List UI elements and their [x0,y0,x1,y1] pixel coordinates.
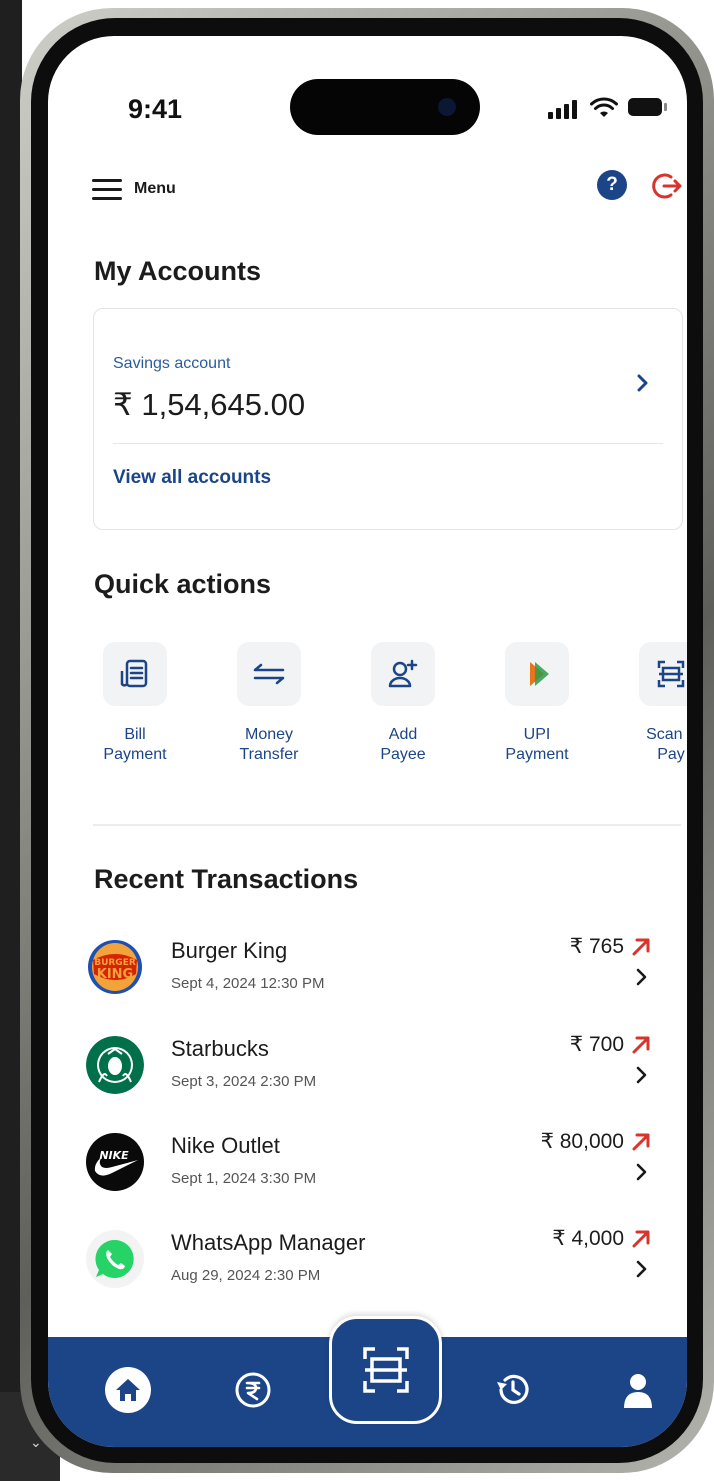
account-card[interactable]: Savings account ₹ 1,54,645.00 View all a… [93,308,683,530]
transaction-row[interactable]: BURGER KING Burger King Sept 4, 2024 12:3… [48,935,687,1018]
chevron-right-icon[interactable] [630,371,654,395]
transaction-row[interactable]: Starbucks Sept 3, 2024 2:30 PM ₹ 700 [48,1033,687,1116]
transaction-row[interactable]: WhatsApp Manager Aug 29, 2024 2:30 PM ₹ … [48,1227,687,1310]
scan-icon [362,1347,409,1393]
quick-action-add-payee[interactable]: Add Payee [336,642,470,765]
transaction-merchant: Nike Outlet [171,1133,280,1158]
battery-icon [628,98,667,116]
quick-action-label: Scan a Pay [646,726,685,763]
view-all-accounts-link[interactable]: View all accounts [113,467,271,489]
account-type: Savings account [113,355,231,372]
quick-action-upi-payment[interactable]: UPI Payment [470,642,604,765]
home-icon[interactable] [103,1365,153,1415]
rupee-icon[interactable] [228,1365,278,1415]
chevron-right-icon[interactable] [631,967,651,987]
menu-label: Menu [134,180,176,197]
logout-icon[interactable] [651,170,683,202]
svg-text:NIKE: NIKE [99,1149,129,1162]
history-icon[interactable] [488,1365,538,1415]
transaction-amount: ₹ 4,000 [552,1227,624,1250]
svg-text:KING: KING [97,967,133,982]
status-time: 9:41 [128,94,183,124]
transaction-datetime: Sept 3, 2024 2:30 PM [171,1073,317,1090]
burger-king-logo: BURGER KING [86,938,144,996]
divider [113,443,663,444]
wifi-icon [590,97,618,117]
quick-action-label: Bill Payment [103,726,167,763]
profile-icon[interactable] [613,1365,663,1415]
quick-action-scan-and-pay[interactable]: Scan a Pay [604,642,687,765]
transaction-datetime: Sept 4, 2024 12:30 PM [171,975,325,992]
transaction-amount: ₹ 700 [569,1033,624,1056]
quick-actions-heading: Quick actions [94,569,272,599]
quick-action-label: Add Payee [380,726,426,763]
menu-button[interactable]: Menu [92,171,192,207]
transaction-merchant: Starbucks [171,1036,269,1061]
arrow-up-right-icon [632,938,650,956]
background-left [0,0,22,1481]
accounts-heading: My Accounts [94,256,262,286]
transaction-merchant: Burger King [171,938,288,963]
signal-icon [548,99,578,119]
quick-actions-row: Bill Payment Money Transfer Add Payee UP… [48,642,687,782]
scan-fab-button[interactable] [329,1316,442,1424]
transaction-merchant: WhatsApp Manager [171,1230,366,1255]
account-balance: ₹ 1,54,645.00 [113,387,306,422]
nike-logo: NIKE [86,1133,144,1191]
scan-icon [639,642,687,706]
quick-action-money-transfer[interactable]: Money Transfer [202,642,336,765]
phone-bezel: 9:41 Menu ? My Accounts Savings account … [31,18,703,1463]
bill-icon [103,642,167,706]
dynamic-island [290,79,480,135]
status-bar: 9:41 [48,36,687,156]
upi-logo-icon [505,642,569,706]
phone-frame: 9:41 Menu ? My Accounts Savings account … [20,8,714,1473]
transaction-row[interactable]: NIKE Nike Outlet Sept 1, 2024 3:30 PM ₹ … [48,1130,687,1213]
arrow-up-right-icon [632,1133,650,1151]
quick-action-label: Money Transfer [239,726,299,763]
quick-action-bill-payment[interactable]: Bill Payment [68,642,202,765]
phone-screen: 9:41 Menu ? My Accounts Savings account … [48,36,687,1447]
add-user-icon [371,642,435,706]
transactions-heading: Recent Transactions [94,864,359,894]
arrow-up-right-icon [632,1036,650,1054]
whatsapp-logo [86,1230,144,1288]
chevron-right-icon[interactable] [631,1259,651,1279]
starbucks-logo [86,1036,144,1094]
transaction-amount: ₹ 80,000 [540,1130,624,1153]
section-divider [93,824,681,826]
chevron-right-icon[interactable] [631,1065,651,1085]
quick-action-label: UPI Payment [505,726,569,763]
hamburger-icon [92,179,122,200]
transfer-arrows-icon [237,642,301,706]
help-icon[interactable]: ? [597,170,627,200]
arrow-up-right-icon [632,1230,650,1248]
transaction-datetime: Aug 29, 2024 2:30 PM [171,1267,321,1284]
chevron-right-icon[interactable] [631,1162,651,1182]
transaction-amount: ₹ 765 [569,935,624,958]
camera-icon [438,98,456,116]
transaction-datetime: Sept 1, 2024 3:30 PM [171,1170,317,1187]
